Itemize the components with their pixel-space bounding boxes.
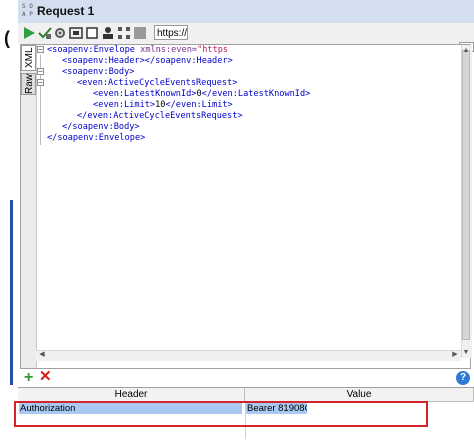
left-panel-edge-bar	[10, 200, 13, 385]
stop-icon[interactable]	[133, 26, 147, 40]
scroll-down-icon[interactable]: ▼	[461, 348, 471, 358]
column-header-value[interactable]: Value	[245, 388, 474, 402]
code-line-3[interactable]: <soapenv:Body>	[62, 67, 134, 78]
window-icon[interactable]	[85, 26, 99, 40]
code-line-5[interactable]: <even:LatestKnownId>0</even:LatestKnownI…	[93, 89, 310, 100]
code-line-1[interactable]: <soapenv:Envelope xmlns:even="https	[47, 45, 228, 56]
code-line-9[interactable]: </soapenv:Envelope>	[47, 133, 145, 144]
add-header-icon[interactable]: +	[24, 370, 33, 386]
code-text: 10	[155, 100, 166, 110]
soap-request-icon: S O A P	[22, 3, 34, 19]
left-panel-edge-glyph: (	[4, 28, 10, 48]
tab-raw[interactable]: Raw	[21, 73, 36, 95]
endpoint-url-field[interactable]: https://a	[154, 25, 188, 40]
left-gutter	[0, 0, 18, 439]
soap-logo-line-2: A P	[22, 11, 33, 18]
column-header-header[interactable]: Header	[18, 388, 245, 402]
editor-horizontal-scrollbar[interactable]	[36, 350, 461, 361]
network-icon[interactable]	[117, 26, 131, 40]
screenshot-icon[interactable]	[69, 26, 83, 40]
highlight-annotation-box	[14, 401, 428, 427]
vertical-scroll-thumb[interactable]	[462, 50, 470, 340]
code-tag: </even:LatestKnownId>	[201, 89, 311, 99]
window-title: Request 1	[37, 4, 95, 18]
fold-toggle-body[interactable]: −	[37, 68, 44, 76]
code-line-7[interactable]: </even:ActiveCycleEventsRequest>	[77, 111, 243, 122]
play-icon[interactable]	[22, 26, 36, 40]
code-line-8[interactable]: </soapenv:Body>	[62, 122, 140, 133]
fold-toggle-request[interactable]: −	[37, 79, 44, 87]
code-tag: </even:Limit>	[165, 100, 233, 110]
code-tag: <soapenv:Envelope	[47, 45, 135, 55]
user-icon[interactable]	[101, 26, 115, 40]
scroll-left-icon[interactable]: ◀	[37, 350, 47, 360]
soap-logo-line-1: S O	[22, 3, 33, 10]
fold-toggle-envelope[interactable]: −	[37, 46, 44, 54]
delete-header-icon[interactable]: ✕	[39, 369, 52, 385]
tab-xml[interactable]: XML	[21, 45, 36, 71]
code-line-6[interactable]: <even:Limit>10</even:Limit>	[93, 100, 233, 111]
scroll-up-icon[interactable]: ▲	[461, 46, 471, 56]
settings-icon[interactable]	[53, 26, 67, 40]
help-icon[interactable]: ?	[456, 371, 470, 385]
code-string: "https	[197, 45, 229, 55]
code-line-4[interactable]: <even:ActiveCycleEventsRequest>	[77, 78, 237, 89]
scroll-right-icon[interactable]: ▶	[450, 350, 460, 360]
auto-run-icon[interactable]	[38, 26, 52, 40]
code-line-2[interactable]: <soapenv:Header></soapenv:Header>	[62, 56, 233, 67]
code-tag: <even:Limit>	[93, 100, 156, 110]
code-attribute: xmlns:even=	[134, 45, 198, 55]
code-tag: <even:LatestKnownId>	[93, 89, 197, 99]
